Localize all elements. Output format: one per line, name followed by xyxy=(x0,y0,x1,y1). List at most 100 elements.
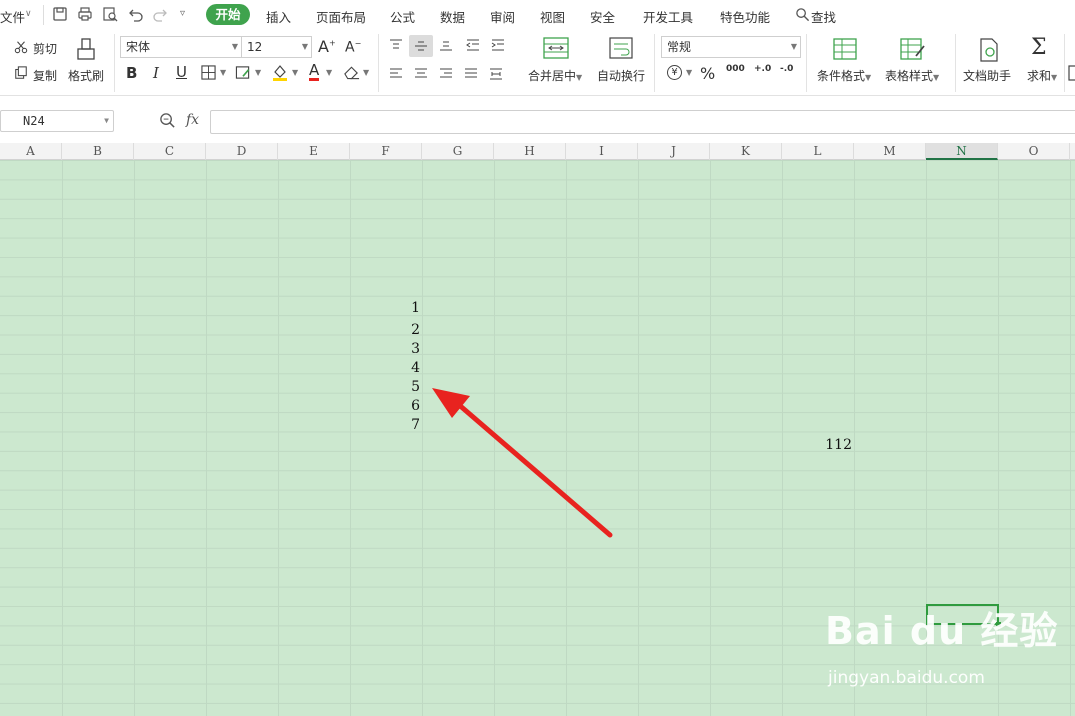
border-icon[interactable] xyxy=(201,65,216,80)
increase-decimal-button[interactable]: +.0 xyxy=(754,64,771,74)
tab-formulas[interactable]: 公式 xyxy=(390,7,415,26)
cell-f-value[interactable]: 5 xyxy=(350,379,420,395)
table-style-button[interactable]: 表格样式▼ xyxy=(885,67,939,84)
font-name-select[interactable]: 宋体 ▼ xyxy=(120,36,242,58)
increase-indent-icon[interactable] xyxy=(490,38,506,52)
ribbon-divider xyxy=(806,34,807,92)
name-box[interactable]: N24 ▼ xyxy=(0,110,114,132)
chevron-down-icon[interactable]: ▼ xyxy=(326,68,332,77)
fx-button[interactable]: fx xyxy=(186,112,199,128)
doc-assistant-icon[interactable] xyxy=(978,38,1000,62)
tab-data[interactable]: 数据 xyxy=(440,7,465,26)
print-preview-icon[interactable] xyxy=(102,6,118,22)
fill-color-icon[interactable] xyxy=(271,63,289,81)
column-header-i[interactable]: I xyxy=(566,143,638,160)
column-header-c[interactable]: C xyxy=(134,143,206,160)
chevron-down-icon[interactable]: ▼ xyxy=(255,68,261,77)
cell-f-value[interactable]: 1 xyxy=(350,300,420,316)
formula-input[interactable] xyxy=(210,110,1075,134)
format-painter-icon[interactable] xyxy=(76,38,96,62)
zoom-icon[interactable] xyxy=(159,112,176,129)
sum-button[interactable]: 求和▼ xyxy=(1027,67,1057,84)
doc-assistant-button[interactable]: 文档助手 xyxy=(963,67,1011,84)
redo-icon[interactable] xyxy=(152,6,168,22)
search-label[interactable]: 查找 xyxy=(811,7,836,26)
sum-icon[interactable]: Σ xyxy=(1031,35,1047,60)
tab-page-layout[interactable]: 页面布局 xyxy=(316,7,366,26)
wrap-text-button[interactable]: 自动换行 xyxy=(597,67,645,84)
copy-button[interactable]: 复制 xyxy=(33,67,57,84)
column-header-n[interactable]: N xyxy=(926,143,998,160)
font-size-select[interactable]: 12 ▼ xyxy=(241,36,312,58)
decrease-indent-icon[interactable] xyxy=(465,38,481,52)
column-header-h[interactable]: H xyxy=(494,143,566,160)
copy-icon[interactable] xyxy=(14,66,28,80)
column-header-k[interactable]: K xyxy=(710,143,782,160)
thousands-separator-button[interactable]: 000 xyxy=(726,64,745,74)
column-header-a[interactable]: A xyxy=(0,143,62,160)
italic-button[interactable]: I xyxy=(153,64,159,82)
cell-style-icon[interactable] xyxy=(235,65,251,80)
column-header-j[interactable]: J xyxy=(638,143,710,160)
cell-f-value[interactable]: 3 xyxy=(350,341,420,357)
table-style-icon[interactable] xyxy=(900,38,926,60)
underline-button[interactable]: U xyxy=(176,63,187,81)
column-header-d[interactable]: D xyxy=(206,143,278,160)
font-color-icon[interactable]: A xyxy=(309,62,320,81)
conditional-format-icon[interactable] xyxy=(833,38,857,60)
chevron-down-icon[interactable]: ▼ xyxy=(686,68,692,77)
column-header-m[interactable]: M xyxy=(854,143,926,160)
tab-insert[interactable]: 插入 xyxy=(266,7,291,26)
overflow-icon[interactable] xyxy=(1068,65,1075,81)
align-left-icon[interactable] xyxy=(388,67,404,81)
column-header-o[interactable]: O xyxy=(998,143,1070,160)
align-top-icon[interactable] xyxy=(388,38,404,52)
tab-security[interactable]: 安全 xyxy=(590,7,615,26)
chevron-down-icon[interactable]: ▼ xyxy=(220,68,226,77)
decrease-decimal-button[interactable]: -.0 xyxy=(780,64,793,74)
tab-developer[interactable]: 开发工具 xyxy=(643,7,693,26)
tab-home[interactable]: 开始 xyxy=(206,4,250,25)
font-shrink-button[interactable]: A− xyxy=(345,39,361,56)
cell-f-value[interactable]: 2 xyxy=(350,322,420,338)
cell-f-value[interactable]: 7 xyxy=(350,417,420,433)
column-header-l[interactable]: L xyxy=(782,143,854,160)
align-bottom-icon[interactable] xyxy=(438,38,454,52)
column-header-b[interactable]: B xyxy=(62,143,134,160)
align-center-icon[interactable] xyxy=(413,67,429,81)
cell-f-value[interactable]: 4 xyxy=(350,360,420,376)
bold-button[interactable]: B xyxy=(126,64,137,82)
tab-view[interactable]: 视图 xyxy=(540,7,565,26)
column-header-g[interactable]: G xyxy=(422,143,494,160)
tab-review[interactable]: 审阅 xyxy=(490,7,515,26)
justify-icon[interactable] xyxy=(463,67,479,81)
undo-icon[interactable] xyxy=(128,6,144,22)
eraser-icon[interactable] xyxy=(343,64,360,80)
format-painter-button[interactable]: 格式刷 xyxy=(68,67,104,84)
font-grow-button[interactable]: A+ xyxy=(318,37,336,56)
save-icon[interactable] xyxy=(52,6,68,22)
align-right-icon[interactable] xyxy=(438,67,454,81)
search-icon[interactable] xyxy=(795,7,810,22)
percent-button[interactable]: % xyxy=(700,64,715,83)
column-header-f[interactable]: F xyxy=(350,143,422,160)
currency-icon[interactable]: ¥ xyxy=(667,65,682,80)
cut-icon[interactable] xyxy=(14,40,28,54)
cell-f-value[interactable]: 6 xyxy=(350,398,420,414)
print-icon[interactable] xyxy=(77,6,93,22)
chevron-down-icon[interactable]: ▼ xyxy=(363,68,369,77)
cell-l-value[interactable]: 112 xyxy=(782,437,852,453)
tab-special-features[interactable]: 特色功能 xyxy=(720,7,770,26)
conditional-format-button[interactable]: 条件格式▼ xyxy=(817,67,871,84)
cut-button[interactable]: 剪切 xyxy=(33,40,57,57)
chevron-down-icon[interactable]: ▼ xyxy=(292,68,298,77)
number-format-select[interactable]: 常规 ▼ xyxy=(661,36,801,58)
wrap-text-icon[interactable] xyxy=(609,37,633,59)
menu-file[interactable]: 文件 xyxy=(0,7,25,26)
distributed-align-icon[interactable] xyxy=(488,67,504,81)
merge-center-icon[interactable] xyxy=(543,37,569,59)
quick-access-dropdown-icon[interactable]: ▿ xyxy=(180,8,185,19)
file-chevron-icon[interactable]: ∨ xyxy=(25,9,32,19)
column-header-e[interactable]: E xyxy=(278,143,350,160)
merge-center-button[interactable]: 合并居中▼ xyxy=(528,67,582,84)
